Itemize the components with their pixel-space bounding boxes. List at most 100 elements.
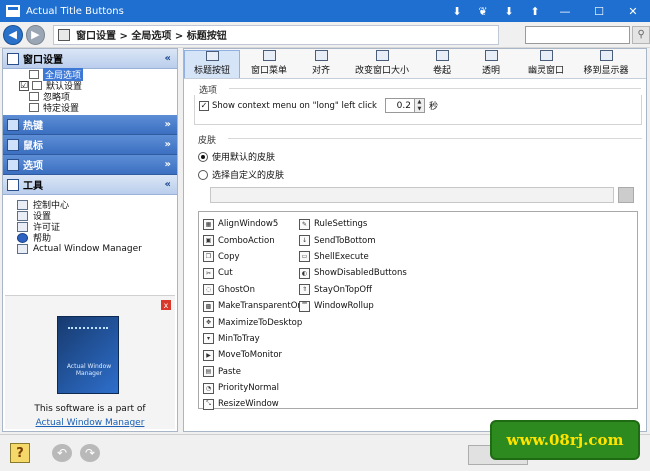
tree-item-specific-settings[interactable]: 特定设置	[3, 102, 177, 114]
rollup-icon[interactable]: ⬇	[496, 0, 522, 22]
seconds-unit: 秒	[428, 102, 438, 112]
list-item-label: GhostOn	[218, 284, 256, 295]
tool-item-actual-window-manager[interactable]: Actual Window Manager	[3, 243, 177, 254]
list-item[interactable]: ❐ Copy	[203, 249, 303, 265]
min-to-tray-icon: ▾	[203, 333, 214, 345]
category-tools[interactable]: 工具 «	[3, 175, 177, 195]
minimize-button[interactable]: —	[548, 0, 582, 22]
stay-on-top-icon: ⇑	[299, 284, 310, 296]
default-skin-radio[interactable]	[198, 151, 208, 162]
tool-item-control-center[interactable]: 控制中心	[3, 199, 177, 211]
expand-icon: »	[164, 159, 171, 170]
help-icon	[17, 232, 28, 243]
help-icon[interactable]: ?	[10, 443, 30, 463]
move-to-monitor-icon: ▶	[203, 349, 214, 361]
settings-icon	[17, 210, 28, 221]
category-mouse[interactable]: 鼠标 »	[3, 135, 177, 155]
list-item[interactable]: ◌ GhostOn	[203, 282, 303, 298]
box-wave-decoration	[68, 327, 108, 341]
list-item[interactable]: ✎ RuleSettings	[299, 216, 407, 232]
site-watermark: www.08rj.com	[490, 420, 640, 460]
custom-skin-option[interactable]: 选择自定义的皮肤	[198, 168, 284, 181]
maximize-button[interactable]: ☐	[582, 0, 616, 22]
list-item-label: ShowDisabledButtons	[314, 268, 407, 279]
tool-item-help[interactable]: 帮助	[3, 232, 177, 244]
list-item[interactable]: ▔ WindowRollup	[299, 298, 407, 314]
title-buttons-icon	[205, 51, 219, 61]
browse-button[interactable]	[618, 187, 634, 203]
list-item[interactable]: ⤡ ResizeWindow	[203, 396, 303, 412]
show-disabled-icon: ◐	[299, 267, 310, 279]
skin-path-input[interactable]	[210, 187, 614, 203]
mouse-icon	[7, 138, 19, 151]
stay-on-top-icon[interactable]: ⬆	[522, 0, 548, 22]
promo-link[interactable]: Actual Window Manager	[36, 418, 145, 428]
list-item[interactable]: ▩ MakeTransparentOn	[203, 298, 303, 314]
search-input[interactable]	[525, 25, 631, 44]
transparency-icon	[484, 50, 498, 61]
category-window-settings[interactable]: 窗口设置 «	[3, 49, 177, 69]
list-item-label: Paste	[218, 366, 241, 377]
list-item[interactable]: ⇑ StayOnTopOff	[299, 282, 407, 298]
list-item[interactable]: ◔ PriorityNormal	[203, 380, 303, 396]
tool-item-settings[interactable]: 设置	[3, 210, 177, 222]
tree-item-global-options[interactable]: 全局选项	[3, 68, 177, 81]
window-title: Actual Title Buttons	[26, 5, 124, 17]
tab-label: 透明	[481, 66, 500, 76]
list-item-label: MakeTransparentOn	[218, 301, 303, 312]
pin-icon[interactable]: ❦	[470, 0, 496, 22]
list-item[interactable]: ▤ Paste	[203, 364, 303, 380]
cut-icon: ✂	[203, 267, 214, 279]
context-menu-checkbox[interactable]: ✓	[199, 100, 209, 111]
tab-align[interactable]: 对齐	[298, 50, 344, 78]
undo-icon[interactable]: ↶	[52, 444, 72, 462]
list-item[interactable]: ▶ MoveToMonitor	[203, 347, 303, 363]
app-icon	[6, 5, 20, 17]
tree-item-exclusions[interactable]: 忽略项	[3, 91, 177, 103]
category-label: 窗口设置	[23, 55, 63, 66]
back-button[interactable]: ◀	[3, 24, 23, 45]
delay-input[interactable]: 0.2	[384, 98, 415, 113]
minimize-to-tray-icon[interactable]: ⬇	[444, 0, 470, 22]
list-item[interactable]: ◐ ShowDisabledButtons	[299, 265, 407, 281]
global-icon	[29, 70, 39, 79]
list-item[interactable]: ✥ MaximizeToDesktop	[203, 314, 303, 330]
window-menu-icon	[262, 50, 276, 61]
search-icon[interactable]: ⚲	[632, 25, 650, 44]
tab-resize-window[interactable]: 改变窗口大小	[344, 50, 420, 78]
tab-rollup[interactable]: 卷起	[420, 50, 464, 78]
list-item[interactable]: ▦ AlignWindow5	[203, 216, 303, 232]
list-item[interactable]: ✂ Cut	[203, 265, 303, 281]
category-options[interactable]: 选项 »	[3, 155, 177, 175]
breadcrumb-text: 窗口设置 > 全局选项 > 标题按钮	[76, 31, 227, 42]
list-item[interactable]: ▭ ShellExecute	[299, 249, 407, 265]
title-bar: Actual Title Buttons ⬇ ❦ ⬇ ⬆ — ☐ ✕	[0, 0, 650, 22]
category-hotkeys[interactable]: 热键 »	[3, 115, 177, 135]
address-bar: ◀ ▶ 窗口设置 > 全局选项 > 标题按钮 ⚲	[0, 22, 650, 48]
default-skin-option[interactable]: 使用默认的皮肤	[198, 150, 275, 163]
tab-move-to-monitor[interactable]: 移到显示器	[574, 50, 638, 78]
close-button[interactable]: ✕	[616, 0, 650, 22]
window-manager-icon	[17, 243, 28, 254]
redo-icon[interactable]: ↷	[80, 444, 100, 462]
keyboard-icon	[7, 118, 19, 131]
options-group-title: 选项	[199, 86, 218, 96]
list-item[interactable]: ▣ ComboAction	[203, 232, 303, 248]
tool-item-license[interactable]: 许可证	[3, 221, 177, 233]
custom-skin-radio[interactable]	[198, 169, 208, 180]
tab-title-buttons[interactable]: 标题按钮	[184, 50, 240, 78]
tab-label: 改变窗口大小	[354, 66, 409, 76]
default-settings-checkbox[interactable]: ☑	[19, 80, 29, 91]
forward-button[interactable]: ▶	[25, 24, 46, 45]
tree-item-default-settings[interactable]: ☑ 默认设置	[3, 80, 177, 92]
skin-buttons-list[interactable]: ▦ AlignWindow5 ▣ ComboAction ❐ Copy ✂ Cut ◌ G…	[198, 211, 638, 412]
tab-window-menu[interactable]: 窗口菜单	[240, 50, 298, 78]
tab-ghost-window[interactable]: 幽灵窗口	[518, 50, 574, 78]
close-promo-icon[interactable]: x	[161, 300, 171, 310]
list-item-label: RuleSettings	[314, 219, 368, 230]
list-item[interactable]: ↓ SendToBottom	[299, 232, 407, 248]
list-item[interactable]: ▾ MinToTray	[203, 331, 303, 347]
delay-spinner[interactable]: ▲ ▼	[414, 98, 425, 113]
control-center-icon	[17, 199, 28, 210]
tab-transparency[interactable]: 透明	[464, 50, 518, 78]
